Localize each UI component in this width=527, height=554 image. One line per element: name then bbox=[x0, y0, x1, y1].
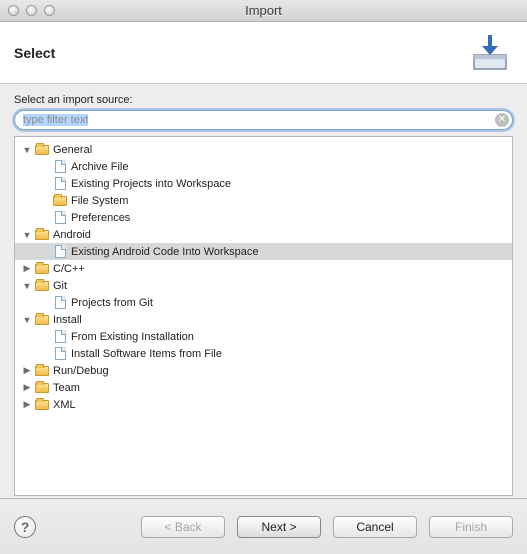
cancel-button[interactable]: Cancel bbox=[333, 516, 417, 538]
file-icon bbox=[52, 244, 68, 260]
back-button: < Back bbox=[141, 516, 225, 538]
wizard-button-bar: ? < Back Next > Cancel Finish bbox=[0, 498, 527, 554]
tree-item-existing-android-code[interactable]: ▶Existing Android Code Into Workspace bbox=[15, 243, 512, 260]
tree-item-label: Git bbox=[53, 280, 67, 292]
file-icon bbox=[52, 295, 68, 311]
wizard-body: Select an import source: ✕ ▼General▶Arch… bbox=[0, 84, 527, 498]
tree-item-from-existing-installation[interactable]: ▶From Existing Installation bbox=[15, 328, 512, 345]
clear-filter-icon[interactable]: ✕ bbox=[495, 113, 509, 127]
finish-button: Finish bbox=[429, 516, 513, 538]
file-icon bbox=[52, 210, 68, 226]
help-button[interactable]: ? bbox=[14, 516, 36, 538]
tree-item-label: Existing Projects into Workspace bbox=[71, 178, 231, 190]
twisty-open-icon[interactable]: ▼ bbox=[21, 144, 33, 156]
import-icon bbox=[467, 30, 513, 76]
tree-item-xml[interactable]: ▶ XML bbox=[15, 396, 512, 413]
tree-item-label: Archive File bbox=[71, 161, 128, 173]
tree-item-label: Team bbox=[53, 382, 80, 394]
file-icon bbox=[52, 159, 68, 175]
twisty-closed-icon[interactable]: ▶ bbox=[21, 382, 33, 394]
tree-item-android[interactable]: ▼ Android bbox=[15, 226, 512, 243]
tree-item-label: Install Software Items from File bbox=[71, 348, 222, 360]
tree-item-label: Projects from Git bbox=[71, 297, 153, 309]
twisty-closed-icon[interactable]: ▶ bbox=[21, 399, 33, 411]
tree-item-install-software-items[interactable]: ▶Install Software Items from File bbox=[15, 345, 512, 362]
tree-item-team[interactable]: ▶ Team bbox=[15, 379, 512, 396]
file-icon bbox=[52, 329, 68, 345]
tree-item-label: Preferences bbox=[71, 212, 130, 224]
titlebar: Import bbox=[0, 0, 527, 22]
filter-field-wrap: ✕ bbox=[14, 110, 513, 130]
tree-item-label: Install bbox=[53, 314, 82, 326]
tree-item-git[interactable]: ▼ Git bbox=[15, 277, 512, 294]
folder-icon bbox=[34, 278, 50, 294]
tree-item-label: XML bbox=[53, 399, 76, 411]
tree-item-projects-from-git[interactable]: ▶Projects from Git bbox=[15, 294, 512, 311]
file-icon bbox=[52, 176, 68, 192]
tree-item-label: Android bbox=[53, 229, 91, 241]
twisty-closed-icon[interactable]: ▶ bbox=[21, 365, 33, 377]
tree-item-label: From Existing Installation bbox=[71, 331, 194, 343]
folder-icon bbox=[34, 363, 50, 379]
file-icon bbox=[52, 346, 68, 362]
filter-input[interactable] bbox=[14, 110, 513, 130]
tree-item-label: File System bbox=[71, 195, 128, 207]
tree-item-label: Existing Android Code Into Workspace bbox=[71, 246, 259, 258]
twisty-open-icon[interactable]: ▼ bbox=[21, 229, 33, 241]
import-sources-tree[interactable]: ▼General▶Archive File▶Existing Projects … bbox=[14, 136, 513, 496]
tree-item-label: Run/Debug bbox=[53, 365, 109, 377]
tree-item-ccpp[interactable]: ▶ C/C++ bbox=[15, 260, 512, 277]
tree-item-install[interactable]: ▼ Install bbox=[15, 311, 512, 328]
prompt-label: Select an import source: bbox=[14, 94, 513, 106]
twisty-closed-icon[interactable]: ▶ bbox=[21, 263, 33, 275]
tree-item-archive-file[interactable]: ▶Archive File bbox=[15, 158, 512, 175]
next-button[interactable]: Next > bbox=[237, 516, 321, 538]
folder-icon bbox=[34, 397, 50, 413]
tree-item-file-system[interactable]: ▶File System bbox=[15, 192, 512, 209]
folder-icon bbox=[34, 142, 50, 158]
tree-item-existing-projects[interactable]: ▶Existing Projects into Workspace bbox=[15, 175, 512, 192]
window-title: Import bbox=[0, 3, 527, 18]
folder-icon bbox=[34, 261, 50, 277]
tree-item-preferences[interactable]: ▶Preferences bbox=[15, 209, 512, 226]
wizard-heading: Select bbox=[14, 45, 55, 61]
folder-icon bbox=[34, 312, 50, 328]
tree-item-label: C/C++ bbox=[53, 263, 85, 275]
tree-item-general[interactable]: ▼ General bbox=[15, 141, 512, 158]
twisty-open-icon[interactable]: ▼ bbox=[21, 314, 33, 326]
folder-icon bbox=[34, 380, 50, 396]
folder-icon bbox=[52, 193, 68, 209]
twisty-open-icon[interactable]: ▼ bbox=[21, 280, 33, 292]
tree-item-run-debug[interactable]: ▶ Run/Debug bbox=[15, 362, 512, 379]
wizard-banner: Select bbox=[0, 22, 527, 84]
folder-icon bbox=[34, 227, 50, 243]
tree-item-label: General bbox=[53, 144, 92, 156]
